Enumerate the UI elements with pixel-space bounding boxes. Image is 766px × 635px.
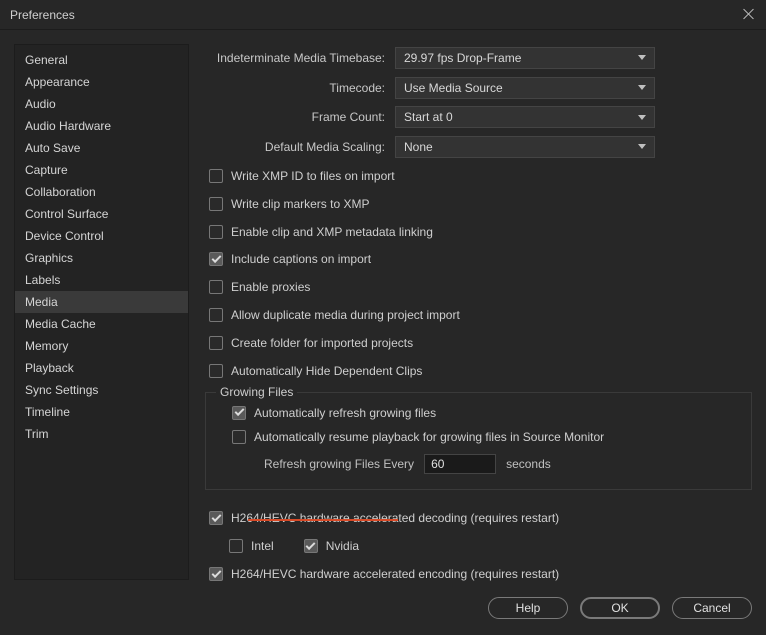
allow-duplicate-checkbox[interactable] <box>209 308 223 322</box>
sidebar-item-media-cache[interactable]: Media Cache <box>15 313 188 335</box>
scaling-dropdown[interactable]: None <box>395 136 655 158</box>
ok-button[interactable]: OK <box>580 597 660 619</box>
help-button[interactable]: Help <box>488 597 568 619</box>
sidebar-item-audio[interactable]: Audio <box>15 93 188 115</box>
chevron-down-icon <box>638 85 646 90</box>
sidebar-item-control-surface[interactable]: Control Surface <box>15 203 188 225</box>
auto-resume-row[interactable]: Automatically resume playback for growin… <box>216 425 741 449</box>
scaling-label: Default Media Scaling: <box>205 140 395 154</box>
sidebar-item-audio-hardware[interactable]: Audio Hardware <box>15 115 188 137</box>
write-xmp-checkbox[interactable] <box>209 169 223 183</box>
sidebar-item-device-control[interactable]: Device Control <box>15 225 188 247</box>
close-icon[interactable] <box>740 7 756 23</box>
auto-hide-checkbox[interactable] <box>209 364 223 378</box>
sidebar-item-timeline[interactable]: Timeline <box>15 401 188 423</box>
refresh-suffix-label: seconds <box>506 457 551 471</box>
chevron-down-icon <box>638 115 646 120</box>
refresh-prefix-label: Refresh growing Files Every <box>264 457 414 471</box>
enable-proxies-checkbox[interactable] <box>209 280 223 294</box>
chevron-down-icon <box>638 144 646 149</box>
framecount-dropdown[interactable]: Start at 0 <box>395 106 655 128</box>
preferences-sidebar: GeneralAppearanceAudioAudio HardwareAuto… <box>14 44 189 580</box>
auto-resume-checkbox[interactable] <box>232 430 246 444</box>
sidebar-item-general[interactable]: General <box>15 49 188 71</box>
enable-clip-xmp-row[interactable]: Enable clip and XMP metadata linking <box>205 221 752 243</box>
auto-refresh-checkbox[interactable] <box>232 406 246 420</box>
timebase-label: Indeterminate Media Timebase: <box>205 51 395 65</box>
sidebar-item-graphics[interactable]: Graphics <box>15 247 188 269</box>
enable-proxies-row[interactable]: Enable proxies <box>205 276 752 298</box>
sidebar-item-sync-settings[interactable]: Sync Settings <box>15 379 188 401</box>
create-folder-row[interactable]: Create folder for imported projects <box>205 332 752 354</box>
intel-row[interactable]: Intel <box>229 534 274 558</box>
write-clip-markers-checkbox[interactable] <box>209 197 223 211</box>
auto-refresh-row[interactable]: Automatically refresh growing files <box>216 401 741 425</box>
sidebar-item-capture[interactable]: Capture <box>15 159 188 181</box>
preferences-main: Indeterminate Media Timebase: 29.97 fps … <box>205 44 752 585</box>
sidebar-item-collaboration[interactable]: Collaboration <box>15 181 188 203</box>
include-captions-checkbox[interactable] <box>209 252 223 266</box>
allow-duplicate-row[interactable]: Allow duplicate media during project imp… <box>205 304 752 326</box>
framecount-label: Frame Count: <box>205 110 395 124</box>
hw-encode-row[interactable]: H264/HEVC hardware accelerated encoding … <box>205 563 752 585</box>
timecode-dropdown[interactable]: Use Media Source <box>395 77 655 99</box>
timecode-label: Timecode: <box>205 81 395 95</box>
growing-files-group: Growing Files Automatically refresh grow… <box>205 392 752 490</box>
intel-checkbox[interactable] <box>229 539 243 553</box>
auto-hide-row[interactable]: Automatically Hide Dependent Clips <box>205 360 752 382</box>
create-folder-checkbox[interactable] <box>209 336 223 350</box>
chevron-down-icon <box>638 55 646 60</box>
write-clip-markers-row[interactable]: Write clip markers to XMP <box>205 193 752 215</box>
sidebar-item-auto-save[interactable]: Auto Save <box>15 137 188 159</box>
sidebar-item-appearance[interactable]: Appearance <box>15 71 188 93</box>
title-bar: Preferences <box>0 0 766 30</box>
window-title: Preferences <box>10 8 75 22</box>
timebase-dropdown[interactable]: 29.97 fps Drop-Frame <box>395 47 655 69</box>
sidebar-item-trim[interactable]: Trim <box>15 423 188 445</box>
hw-decode-row[interactable]: H264/HEVC hardware accelerated decoding … <box>205 507 752 529</box>
refresh-seconds-input[interactable]: 60 <box>424 454 496 474</box>
enable-clip-xmp-checkbox[interactable] <box>209 225 223 239</box>
dialog-footer: Help OK Cancel <box>0 585 766 631</box>
nvidia-checkbox[interactable] <box>304 539 318 553</box>
cancel-button[interactable]: Cancel <box>672 597 752 619</box>
sidebar-item-media[interactable]: Media <box>15 291 188 313</box>
hw-decode-checkbox[interactable] <box>209 511 223 525</box>
sidebar-item-labels[interactable]: Labels <box>15 269 188 291</box>
sidebar-item-playback[interactable]: Playback <box>15 357 188 379</box>
sidebar-item-memory[interactable]: Memory <box>15 335 188 357</box>
include-captions-row[interactable]: Include captions on import <box>205 248 752 270</box>
write-xmp-row[interactable]: Write XMP ID to files on import <box>205 165 752 187</box>
hw-encode-checkbox[interactable] <box>209 567 223 581</box>
nvidia-row[interactable]: Nvidia <box>304 534 359 558</box>
growing-files-legend: Growing Files <box>216 385 297 399</box>
